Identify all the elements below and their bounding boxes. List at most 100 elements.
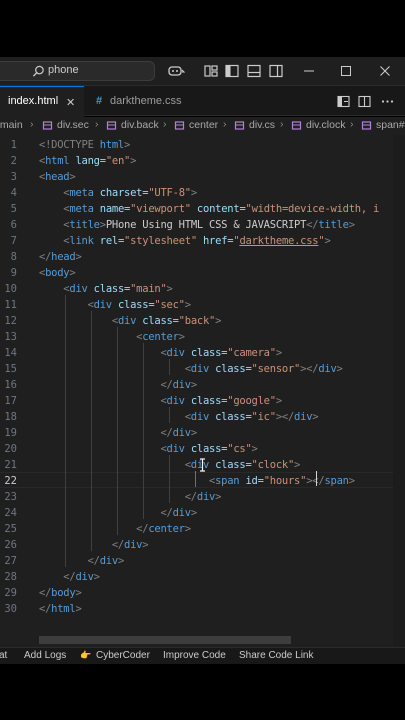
tab-close-icon[interactable]: ✕	[66, 96, 75, 109]
layout-icon[interactable]	[204, 64, 218, 78]
code-token: id	[245, 475, 258, 487]
code-line[interactable]: <div class="sensor"></div>	[39, 361, 343, 377]
code-line[interactable]: <div class="ic"></div>	[39, 409, 319, 425]
code-token: div	[190, 411, 210, 423]
code-token: "en"	[105, 155, 131, 167]
line-number: 3	[10, 171, 17, 183]
code-token: class	[117, 299, 149, 311]
toggle-secondary-sidebar-icon[interactable]	[269, 64, 283, 78]
code-line[interactable]: </div>	[39, 553, 125, 569]
breadcrumb-item[interactable]: div.cs	[249, 119, 275, 131]
close-window-button[interactable]	[376, 62, 394, 80]
code-line[interactable]: </div>	[39, 377, 197, 393]
status-improve-code[interactable]: Improve Code	[163, 650, 226, 661]
line-number: 27	[4, 555, 17, 567]
code-token: >	[275, 347, 282, 359]
code-token: class	[142, 315, 173, 327]
toggle-panel-icon[interactable]	[247, 64, 261, 78]
minimize-icon	[304, 70, 314, 72]
code-token: html	[51, 603, 76, 615]
code-token: >	[93, 571, 100, 583]
more-actions-icon[interactable]	[381, 95, 394, 108]
split-editor-icon[interactable]	[358, 95, 371, 108]
code-line[interactable]: </div>	[39, 425, 197, 441]
status-share-code-link[interactable]: Share Code Link	[239, 650, 314, 661]
code-token: class	[190, 347, 222, 359]
code-line[interactable]: <meta charset="UTF-8">	[39, 185, 197, 201]
open-changes-icon[interactable]	[337, 95, 350, 108]
code-token: content	[196, 203, 240, 215]
vertical-scrollbar[interactable]	[393, 135, 405, 647]
code-token: div	[99, 555, 118, 567]
code-line[interactable]: </div>	[39, 537, 149, 553]
status-cybercoder[interactable]: CyberCoder	[96, 650, 150, 661]
code-line[interactable]: <span id="hours"></span>	[39, 473, 355, 489]
breadcrumb: .main › div.sec › div.back › center › di…	[0, 117, 405, 135]
code-line[interactable]: <meta name="viewport" content="width=dev…	[39, 201, 379, 217]
code-token: class	[215, 411, 246, 423]
code-token: "google"	[227, 395, 276, 407]
code-line[interactable]: </center>	[39, 521, 191, 537]
code-token: meta	[69, 187, 94, 199]
element-icon	[42, 121, 53, 130]
code-line[interactable]: </head>	[39, 249, 82, 265]
code-token: >	[75, 603, 82, 615]
text-cursor	[316, 471, 317, 486]
code-line[interactable]: <div class="back">	[39, 313, 222, 329]
code-line[interactable]: <div class="main">	[39, 281, 173, 297]
code-line[interactable]: <body>	[39, 265, 76, 281]
code-token: darktheme.css	[239, 235, 319, 247]
code-token: body	[51, 587, 76, 599]
status-item[interactable]: at	[0, 650, 7, 661]
code-token: div	[294, 411, 313, 423]
code-token: >	[312, 411, 319, 423]
code-line[interactable]: <div class="camera">	[39, 345, 282, 361]
line-number: 29	[4, 587, 17, 599]
code-line[interactable]: <html lang="en">	[39, 153, 136, 169]
code-line[interactable]: <link rel="stylesheet" href="darktheme.c…	[39, 233, 330, 249]
breadcrumb-item[interactable]: .main	[0, 119, 23, 131]
code-line[interactable]: </div>	[39, 569, 100, 585]
code-token: span	[215, 475, 240, 487]
code-line[interactable]: </div>	[39, 505, 197, 521]
breadcrumb-item[interactable]: span#	[376, 119, 405, 131]
code-line[interactable]: </body>	[39, 585, 82, 601]
code-token: >	[75, 251, 82, 263]
breadcrumb-item[interactable]: div.back	[121, 119, 159, 131]
status-add-logs[interactable]: Add Logs	[24, 650, 66, 661]
search-text[interactable]: phone	[48, 64, 79, 76]
code-token: >	[184, 299, 191, 311]
code-token: >	[166, 283, 173, 295]
code-line[interactable]: </html>	[39, 601, 82, 617]
copilot-icon[interactable]	[167, 64, 185, 78]
line-number: 28	[4, 571, 17, 583]
css-file-icon: #	[96, 95, 103, 107]
code-line[interactable]: <div class="google">	[39, 393, 282, 409]
code-line[interactable]: <center>	[39, 329, 185, 345]
code-line[interactable]: <div class="sec">	[39, 297, 192, 313]
pointing-hand-icon: 👉	[80, 650, 92, 660]
code-line[interactable]: <div class="clock">	[39, 457, 301, 473]
breadcrumb-item[interactable]: div.sec	[57, 119, 89, 131]
breadcrumb-item[interactable]: div.clock	[306, 119, 345, 131]
code-token: "viewport"	[130, 203, 191, 215]
code-token: "camera"	[227, 347, 276, 359]
code-line[interactable]: <div class="cs">	[39, 441, 257, 457]
minimize-button[interactable]	[300, 62, 318, 80]
toggle-primary-sidebar-icon[interactable]	[225, 64, 239, 78]
code-line[interactable]: <head>	[39, 169, 76, 185]
line-number: 8	[10, 251, 17, 263]
line-number: 6	[10, 219, 17, 231]
maximize-button[interactable]	[337, 62, 355, 80]
tab-darktheme-css[interactable]: darktheme.css	[110, 95, 182, 107]
code-line[interactable]: <!DOCTYPE html>	[39, 137, 130, 153]
code-token: </	[160, 507, 173, 519]
breadcrumb-item[interactable]: center	[189, 119, 218, 131]
code-line[interactable]: <title>PHone Using HTML CSS & JAVASCRIPT…	[39, 217, 355, 233]
horizontal-scrollbar[interactable]	[39, 636, 291, 644]
code-line[interactable]: </div>	[39, 489, 222, 505]
